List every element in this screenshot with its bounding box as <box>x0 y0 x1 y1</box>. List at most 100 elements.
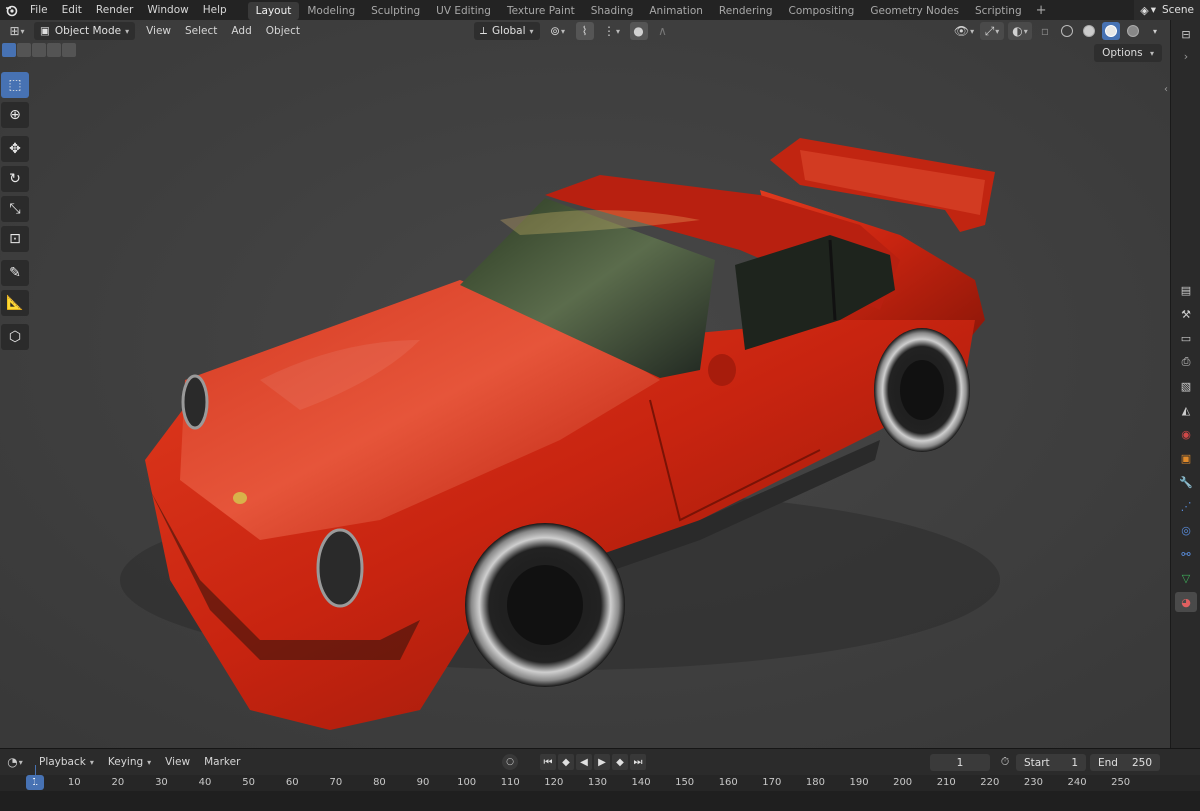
tab-geometry-nodes[interactable]: Geometry Nodes <box>862 2 967 20</box>
add-cube-icon[interactable]: ⬡ <box>1 324 29 350</box>
object-icon[interactable]: ▣ <box>1175 448 1197 468</box>
transform-icon[interactable]: ⊡ <box>1 226 29 252</box>
timeline-menu-playback-label: Playback <box>39 755 86 768</box>
scale-icon[interactable]: ⤡ <box>1 196 29 222</box>
end-label: End <box>1098 756 1118 769</box>
select-intersect-icon[interactable] <box>62 43 76 57</box>
overlays-icon[interactable]: ◐ ▾ <box>1008 22 1032 40</box>
tab-animation[interactable]: Animation <box>641 2 711 20</box>
viewport-menu-object[interactable]: Object <box>259 21 307 41</box>
view-layer-icon[interactable]: ▧ <box>1175 376 1197 396</box>
particles-icon[interactable]: ⋰ <box>1175 496 1197 516</box>
preview-range-icon[interactable]: ⏱ <box>997 754 1013 770</box>
data-icon[interactable]: ▽ <box>1175 568 1197 588</box>
timeline-menu-marker[interactable]: Marker <box>197 752 247 772</box>
select-box-icon[interactable]: ⬚ <box>1 72 29 98</box>
play-icon[interactable]: ▶ <box>594 754 610 770</box>
chevron-down-icon[interactable]: ▾ <box>1146 22 1164 40</box>
sidebar-toggle-icon[interactable]: ‹ <box>1164 84 1168 95</box>
auto-keying-icon[interactable]: ○ <box>502 754 518 770</box>
solid-shading-icon[interactable] <box>1080 22 1098 40</box>
output-icon[interactable]: ⎙ <box>1175 352 1197 372</box>
select-extend-icon[interactable] <box>17 43 31 57</box>
snap-target-icon[interactable]: ⋮ ▾ <box>600 22 624 40</box>
snap-icon[interactable]: ⌇ <box>575 22 594 40</box>
menu-window[interactable]: Window <box>140 0 195 20</box>
transform-orientation-selector[interactable]: ⟂ Global ▾ <box>474 22 540 40</box>
material-shading-icon[interactable] <box>1102 22 1120 40</box>
falloff-icon[interactable]: ∧ <box>654 22 672 40</box>
tab-compositing[interactable]: Compositing <box>781 2 863 20</box>
wireframe-shading-icon[interactable] <box>1058 22 1076 40</box>
pivot-icon[interactable]: ⊚ ▾ <box>546 22 570 40</box>
rotate-icon[interactable]: ↻ <box>1 166 29 192</box>
jump-end-icon[interactable]: ⏭ <box>630 754 646 770</box>
viewport-menu-view[interactable]: View <box>139 21 178 41</box>
proportional-edit-icon[interactable]: ● <box>629 22 648 40</box>
prev-keyframe-icon[interactable]: ◆ <box>558 754 574 770</box>
viewport-menu-select[interactable]: Select <box>178 21 224 41</box>
jump-start-icon[interactable]: ⏮ <box>540 754 556 770</box>
cursor-icon[interactable]: ⊕ <box>1 102 29 128</box>
tab-uv-editing[interactable]: UV Editing <box>428 2 499 20</box>
constraints-icon[interactable]: ⚯ <box>1175 544 1197 564</box>
playback-controls: ⏮ ◆ ◀ ▶ ◆ ⏭ <box>540 754 646 770</box>
gizmo-icon[interactable]: ⤢ ▾ <box>980 22 1004 40</box>
end-frame-field[interactable]: End 250 <box>1090 754 1160 771</box>
menu-edit[interactable]: Edit <box>55 0 89 20</box>
mode-selector[interactable]: ▣ Object Mode ▾ <box>34 22 136 40</box>
menu-render[interactable]: Render <box>89 0 140 20</box>
properties-editor-icon[interactable]: ▤ <box>1175 280 1197 300</box>
frame-tick: 200 <box>893 777 913 788</box>
menu-help[interactable]: Help <box>196 0 234 20</box>
render-icon[interactable]: ▭ <box>1175 328 1197 348</box>
physics-icon[interactable]: ◎ <box>1175 520 1197 540</box>
car-render <box>0 20 1170 748</box>
material-icon[interactable]: ◕ <box>1175 592 1197 612</box>
start-frame-field[interactable]: Start 1 <box>1016 754 1086 771</box>
timeline-menu-view[interactable]: View <box>158 752 197 772</box>
modifier-icon[interactable]: 🔧 <box>1175 472 1197 492</box>
timeline-menu-playback[interactable]: Playback ▾ <box>32 752 101 773</box>
menu-file[interactable]: File <box>23 0 55 20</box>
timeline-track-area[interactable] <box>0 791 1200 811</box>
measure-icon[interactable]: 📐 <box>1 290 29 316</box>
3d-viewport[interactable]: ⊞ ▾ ▣ Object Mode ▾ View Select Add Objec… <box>0 20 1170 748</box>
frame-ruler[interactable]: 1 10203040506070809010011012013014015016… <box>0 775 1200 791</box>
frame-tick: 10 <box>67 777 81 788</box>
next-keyframe-icon[interactable]: ◆ <box>612 754 628 770</box>
options-dropdown[interactable]: Options ▾ <box>1094 44 1162 62</box>
tab-modeling[interactable]: Modeling <box>299 2 363 20</box>
annotate-icon[interactable]: ✎ <box>1 260 29 286</box>
blender-logo-icon[interactable] <box>3 2 19 18</box>
viewport-menu-add[interactable]: Add <box>224 21 258 41</box>
visibility-icon[interactable]: 👁 ▾ <box>952 22 976 40</box>
tab-layout[interactable]: Layout <box>247 1 300 20</box>
select-difference-icon[interactable] <box>47 43 61 57</box>
editor-type-icon[interactable]: ⊞ ▾ <box>4 22 30 40</box>
current-frame-field[interactable]: 1 <box>930 754 990 771</box>
tab-texture-paint[interactable]: Texture Paint <box>499 2 583 20</box>
select-subtract-icon[interactable] <box>32 43 46 57</box>
outliner-editor-icon[interactable]: ⊟ <box>1175 24 1197 44</box>
scene-icon: ◈ <box>1140 3 1149 17</box>
scene-icon[interactable]: ◭ <box>1175 400 1197 420</box>
xray-icon[interactable]: ▫ <box>1036 22 1054 40</box>
tab-scripting[interactable]: Scripting <box>967 2 1030 20</box>
world-icon[interactable]: ◉ <box>1175 424 1197 444</box>
chevron-down-icon: ▾ <box>1023 26 1028 36</box>
timeline-menu-keying[interactable]: Keying ▾ <box>101 752 158 773</box>
play-reverse-icon[interactable]: ◀ <box>576 754 592 770</box>
chevron-right-icon[interactable]: › <box>1175 46 1197 66</box>
tab-sculpting[interactable]: Sculpting <box>363 2 428 20</box>
select-new-icon[interactable] <box>2 43 16 57</box>
tab-shading[interactable]: Shading <box>583 2 642 20</box>
move-icon[interactable]: ✥ <box>1 136 29 162</box>
add-workspace-button[interactable]: + <box>1030 3 1053 18</box>
frame-tick: 170 <box>762 777 782 788</box>
timeline-editor-type-icon[interactable]: ◔ ▾ <box>2 753 28 771</box>
rendered-shading-icon[interactable] <box>1124 22 1142 40</box>
tool-icon[interactable]: ⚒ <box>1175 304 1197 324</box>
scene-selector[interactable]: ◈ ▾ Scene <box>1134 0 1200 20</box>
tab-rendering[interactable]: Rendering <box>711 2 781 20</box>
